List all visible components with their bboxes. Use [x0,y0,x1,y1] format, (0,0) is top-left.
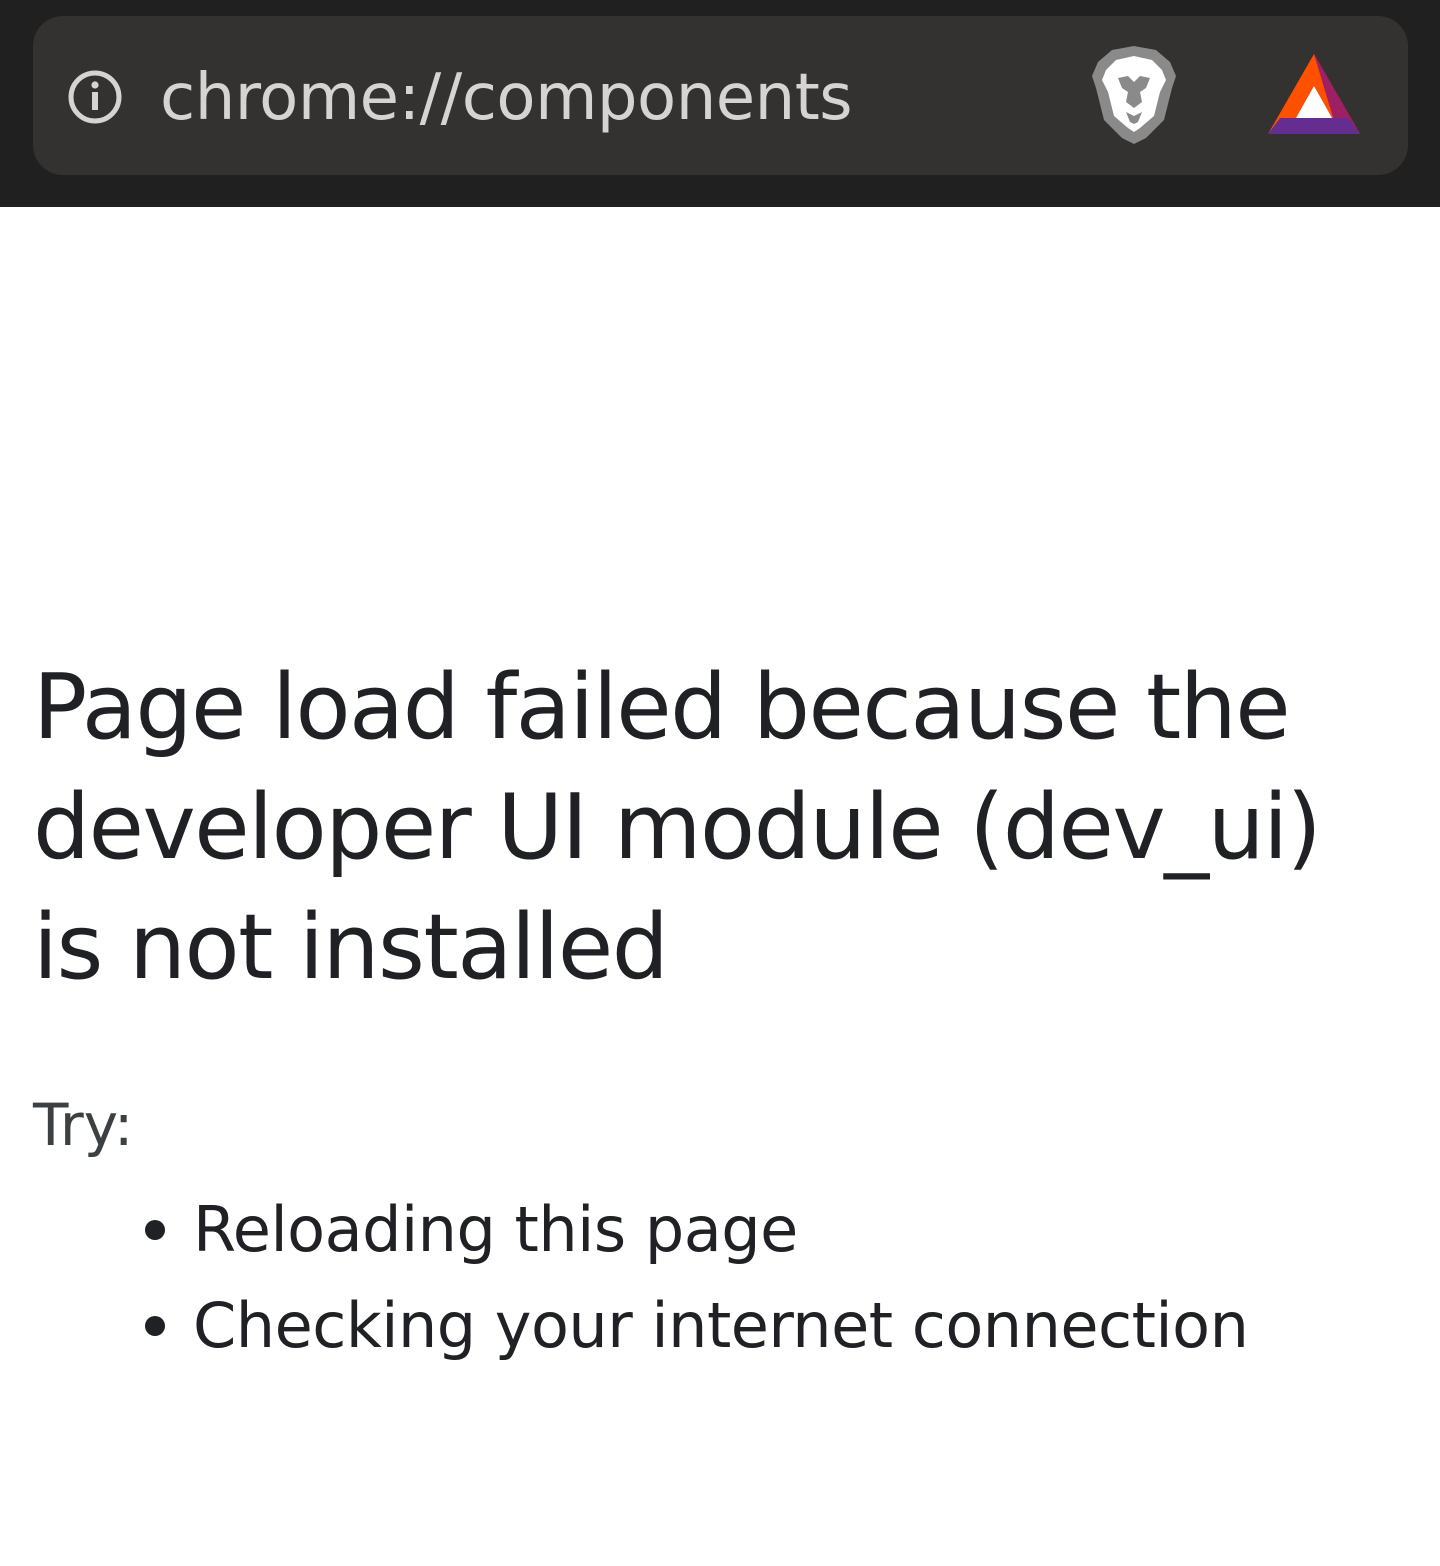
suggestion-check-connection: Checking your internet connection [145,1278,1413,1374]
brave-shields-icon[interactable] [1088,42,1180,148]
error-title: Page load failed because the developer U… [33,655,1322,1000]
bullet-icon [145,1316,165,1336]
info-circle-icon[interactable] [66,68,124,126]
try-label: Try: [33,1091,134,1159]
url-text[interactable]: chrome://components [160,58,853,138]
suggestions-list: Reloading this page Checking your intern… [33,1182,1413,1374]
bat-rewards-icon[interactable] [1266,52,1362,136]
bullet-icon [145,1220,165,1240]
suggestion-label: Checking your internet connection [193,1289,1249,1362]
browser-toolbar: chrome://components [0,0,1440,207]
suggestion-label: Reloading this page [193,1193,798,1266]
error-content: Page load failed because the developer U… [33,648,1413,1374]
suggestion-reload: Reloading this page [145,1182,1413,1278]
